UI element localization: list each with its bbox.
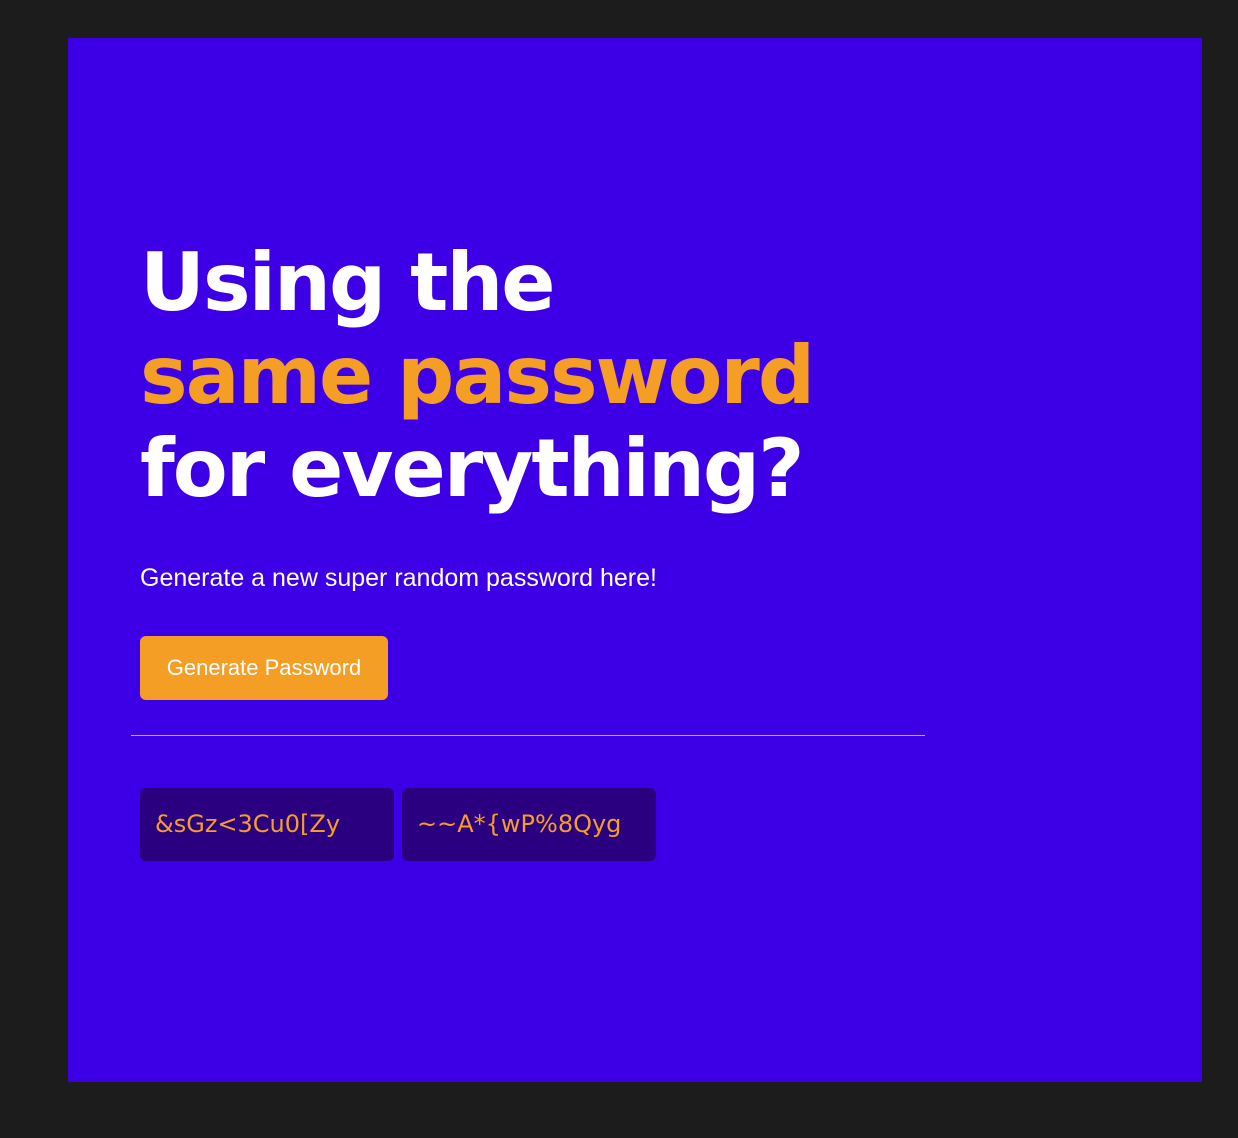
headline-line-1: Using the [140, 236, 556, 329]
headline-line-3: for everything? [140, 422, 805, 515]
divider [131, 735, 925, 736]
headline-line-2-accent: same password [140, 329, 815, 422]
app-card: Using the same password for everything? … [68, 38, 1202, 1082]
subtitle: Generate a new super random password her… [140, 564, 657, 592]
password-output-2[interactable]: ~~A*{wP%8Qyg [402, 788, 656, 861]
password-output-1[interactable]: &sGz<3Cu0[Zy [140, 788, 394, 861]
hero-section: Using the same password for everything? … [140, 236, 940, 700]
password-results: &sGz<3Cu0[Zy ~~A*{wP%8Qyg [140, 788, 656, 861]
headline: Using the same password for everything? [140, 236, 940, 515]
generate-password-button[interactable]: Generate Password [140, 636, 388, 700]
